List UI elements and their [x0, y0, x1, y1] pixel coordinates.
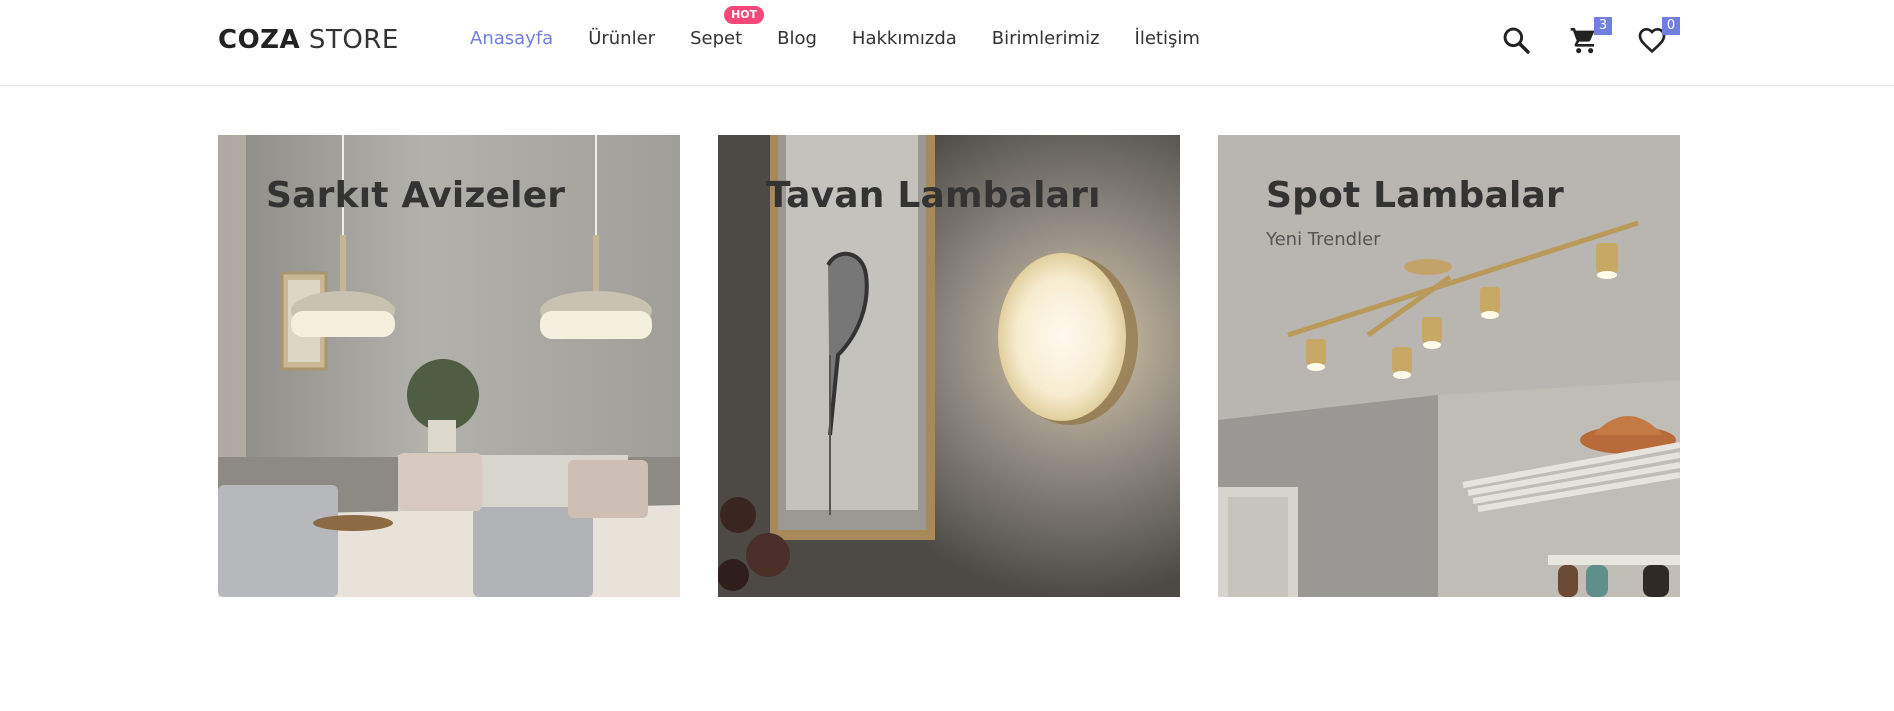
banner-subtitle: Yeni Trendler: [1266, 229, 1381, 250]
category-banners: Sarkıt Avizeler Tavan Lambaları Spot Lam…: [218, 135, 1680, 600]
header-icons: 3 0: [1500, 17, 1680, 64]
wishlist-button[interactable]: 0: [1636, 17, 1680, 60]
nav-item-sepet[interactable]: Sepet HOT: [690, 6, 765, 49]
nav-item-anasayfa[interactable]: Anasayfa: [470, 28, 553, 49]
logo-bold-text: COZA: [218, 25, 301, 55]
logo-light-text: STORE: [300, 25, 399, 55]
logo[interactable]: COZA STORE: [218, 25, 399, 55]
hot-badge: HOT: [724, 6, 765, 24]
banner-spot-lambalar[interactable]: Spot Lambalar Yeni Trendler: [1218, 135, 1680, 597]
banner-title: Sarkıt Avizeler: [266, 175, 566, 216]
nav-item-blog[interactable]: Blog: [777, 28, 817, 49]
wishlist-count-badge: 0: [1662, 17, 1680, 35]
banner-title: Spot Lambalar: [1266, 175, 1564, 216]
nav-item-sepet-label: Sepet: [690, 28, 743, 49]
search-button[interactable]: [1500, 24, 1536, 60]
nav-item-hakkimizda[interactable]: Hakkımızda: [852, 28, 957, 49]
banner-title: Tavan Lambaları: [766, 175, 1101, 216]
nav-item-iletisim[interactable]: İletişim: [1135, 28, 1200, 49]
main-nav: Anasayfa Ürünler Sepet HOT Blog Hakkımız…: [470, 6, 1200, 49]
nav-item-birimlerimiz[interactable]: Birimlerimiz: [992, 28, 1100, 49]
nav-item-urunler[interactable]: Ürünler: [588, 28, 655, 49]
banner-sarkit-avizeler[interactable]: Sarkıt Avizeler: [218, 135, 680, 597]
cart-count-badge: 3: [1594, 17, 1612, 35]
search-icon: [1503, 27, 1530, 54]
cart-button[interactable]: 3: [1568, 17, 1612, 60]
site-header: COZA STORE Anasayfa Ürünler Sepet HOT Bl…: [0, 0, 1894, 86]
banner-tavan-lambalari[interactable]: Tavan Lambaları: [718, 135, 1180, 597]
